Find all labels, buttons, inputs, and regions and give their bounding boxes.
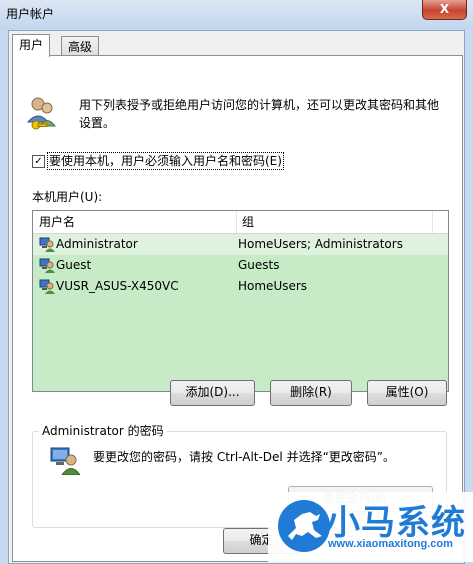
watermark-url: www.xiaomaxitong.com	[328, 538, 453, 550]
user-account-icon	[39, 237, 55, 252]
users-listview[interactable]: 用户名 组 Administrator HomeUsers; Administr…	[32, 210, 449, 392]
users-icon	[26, 97, 56, 130]
tab-advanced[interactable]: 高级	[61, 36, 100, 57]
table-row[interactable]: Guest Guests	[33, 255, 448, 276]
watermark-logo: 小马系统 www.xiaomaxitong.com	[268, 492, 473, 562]
password-group-title: Administrator 的密码	[39, 422, 167, 439]
password-instruction: 要更改您的密码，请按 Ctrl-Alt-Del 并选择“更改密码”。	[93, 450, 396, 464]
users-panel: 用下列表授予或拒绝用户访问您的计算机，还可以更改其密码和其他设置。 ✓ 要使用本…	[12, 55, 463, 562]
horse-logo-icon	[278, 500, 330, 552]
column-header-group[interactable]: 组	[237, 211, 433, 233]
computer-user-icon	[50, 447, 80, 475]
properties-button[interactable]: 属性(O)	[367, 380, 447, 406]
require-login-checkbox[interactable]: ✓	[32, 155, 45, 168]
remove-user-button[interactable]: 删除(R)	[270, 380, 352, 406]
title-bar: 用户帐户 X	[0, 0, 473, 30]
dialog-client: 用户 高级 用下列表授予或拒绝用户访问您的计算机，还可以更改其密码和其他设置。 …	[8, 30, 465, 564]
table-row[interactable]: VUSR_ASUS-X450VC HomeUsers	[33, 276, 448, 297]
row-group: HomeUsers; Administrators	[238, 237, 403, 251]
require-login-label[interactable]: 要使用本机，用户必须输入用户名和密码(E)	[47, 152, 284, 170]
row-username: Guest	[56, 258, 92, 272]
watermark-brand: 小马系统	[326, 503, 466, 543]
close-button[interactable]: X	[422, 0, 467, 20]
window-title: 用户帐户	[6, 7, 55, 21]
list-body: Administrator HomeUsers; Administrators …	[33, 234, 448, 391]
tab-users[interactable]: 用户	[12, 34, 51, 57]
add-user-button[interactable]: 添加(D)...	[170, 380, 255, 406]
user-account-icon	[39, 258, 55, 273]
list-header: 用户名 组	[33, 211, 448, 234]
intro-text: 用下列表授予或拒绝用户访问您的计算机，还可以更改其密码和其他设置。	[79, 98, 440, 130]
row-username: Administrator	[56, 237, 138, 251]
row-username: VUSR_ASUS-X450VC	[56, 279, 179, 293]
column-header-username[interactable]: 用户名	[33, 211, 237, 233]
row-group: Guests	[238, 258, 280, 272]
table-row[interactable]: Administrator HomeUsers; Administrators	[33, 234, 448, 255]
row-group: HomeUsers	[238, 279, 308, 293]
users-list-label: 本机用户(U):	[32, 190, 103, 204]
user-account-icon	[39, 279, 55, 294]
